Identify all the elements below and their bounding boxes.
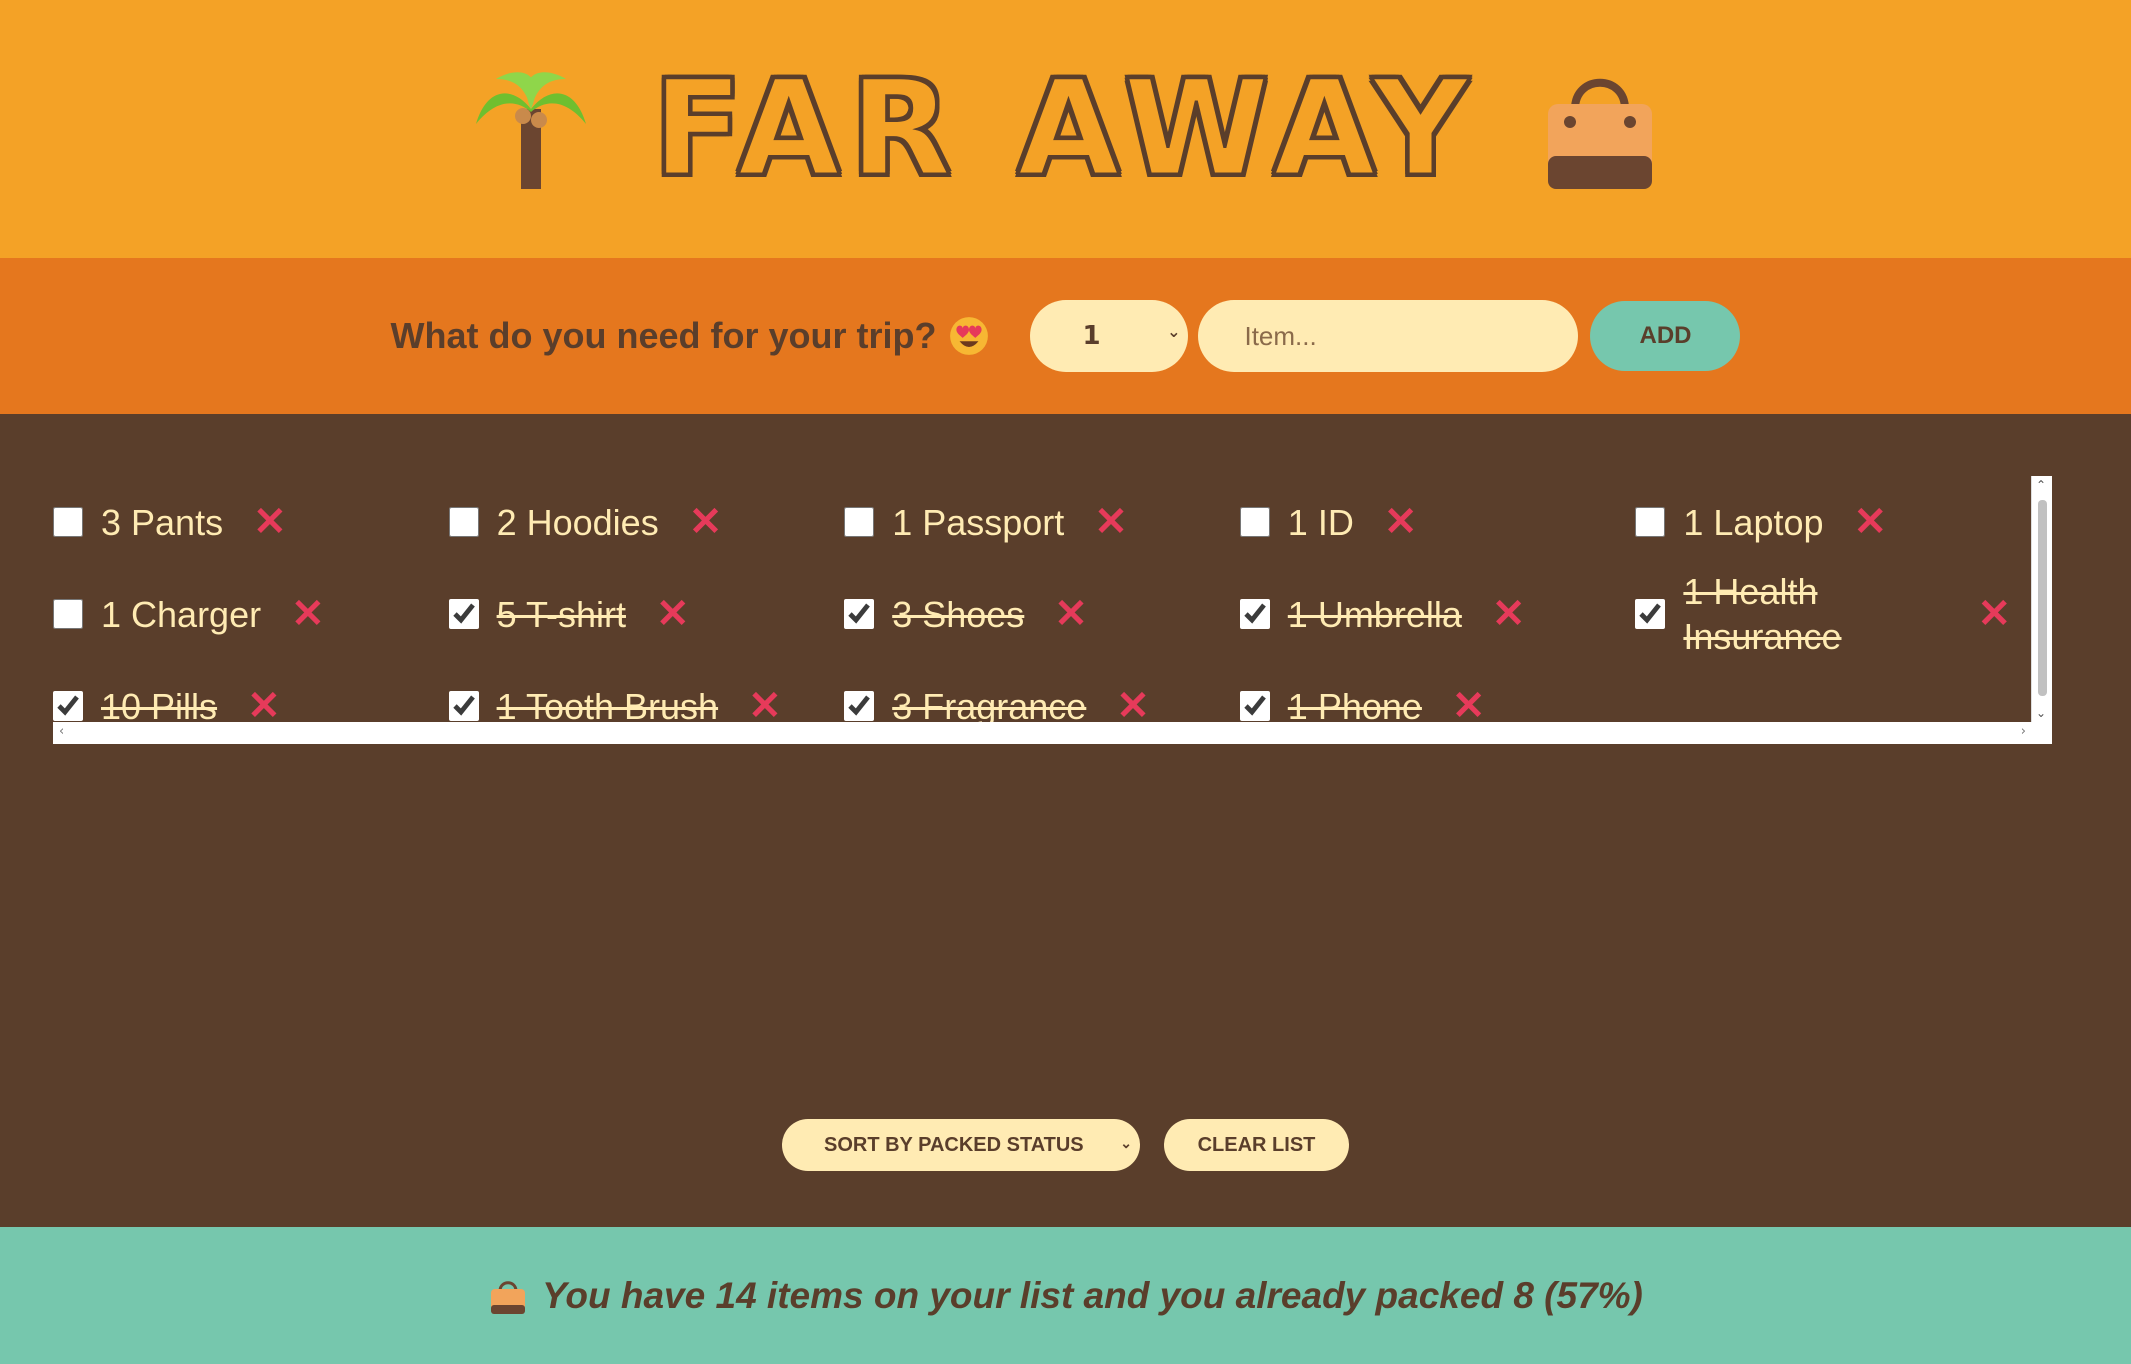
remove-item-icon[interactable]: ✕ xyxy=(1452,686,1486,726)
item-label: 3 Shoes xyxy=(892,593,1025,635)
remove-item-icon[interactable]: ✕ xyxy=(1054,594,1088,634)
remove-item-icon[interactable]: ✕ xyxy=(689,502,723,542)
item-input[interactable] xyxy=(1198,300,1579,372)
list-item: 1 Charger ✕ xyxy=(53,568,449,660)
remove-item-icon[interactable]: ✕ xyxy=(1854,502,1888,542)
packed-checkbox[interactable] xyxy=(53,599,83,629)
app-title: FAR AWAY xyxy=(651,52,1479,206)
packed-checkbox[interactable] xyxy=(53,691,83,721)
list-item: 3 Shoes ✕ xyxy=(844,568,1240,660)
item-label: 1 ID xyxy=(1287,501,1354,543)
list-item: 1 Umbrella ✕ xyxy=(1239,568,1636,660)
packed-checkbox[interactable] xyxy=(1239,507,1270,537)
sort-value: SORT BY PACKED STATUS xyxy=(824,1133,1084,1156)
packed-checkbox[interactable] xyxy=(1239,691,1270,721)
add-button[interactable]: ADD xyxy=(1590,301,1741,371)
packing-list: 3 Pants ✕ 2 Hoodies ✕ 1 Passport ✕ 1 ID ✕ 1 Lapt… xyxy=(53,476,2031,727)
app-header: FAR AWAY xyxy=(0,0,2131,258)
horizontal-scrollbar[interactable]: ‹ › xyxy=(53,722,2052,744)
item-label: 5 T-shirt xyxy=(496,593,626,635)
scroll-right-icon[interactable]: › xyxy=(2021,724,2026,739)
remove-item-icon[interactable]: ✕ xyxy=(1492,594,1526,634)
packed-checkbox[interactable] xyxy=(844,507,875,537)
stats-footer: You have 14 items on your list and you a… xyxy=(0,1227,2131,1364)
clear-list-button[interactable]: CLEAR LIST xyxy=(1164,1119,1349,1171)
list-item: 1 Health Insurance ✕ xyxy=(1635,568,2031,660)
remove-item-icon[interactable]: ✕ xyxy=(1977,594,2011,634)
form-question-text: What do you need for your trip? xyxy=(390,315,937,356)
quantity-select[interactable]: 1 ⌄ xyxy=(1030,300,1189,372)
vertical-scrollbar[interactable]: ⌃ ⌄ xyxy=(2031,476,2052,722)
list-item: 2 Hoodies ✕ xyxy=(448,476,845,568)
item-label: 1 Laptop xyxy=(1683,501,1824,543)
add-item-form: What do you need for your trip? 1 ⌄ ADD xyxy=(0,258,2131,414)
handbag-icon xyxy=(1548,78,1653,189)
form-question: What do you need for your trip? xyxy=(391,315,991,357)
packed-checkbox[interactable] xyxy=(1635,599,1666,629)
sort-select[interactable]: SORT BY PACKED STATUS ⌄ xyxy=(782,1119,1140,1171)
palm-tree-icon xyxy=(475,72,586,189)
remove-item-icon[interactable]: ✕ xyxy=(1116,686,1150,726)
stats: You have 14 items on your list and you a… xyxy=(488,1275,1643,1317)
scroll-up-icon[interactable]: ⌃ xyxy=(2036,478,2046,492)
packed-checkbox[interactable] xyxy=(448,691,479,721)
remove-item-icon[interactable]: ✕ xyxy=(1384,502,1418,542)
packed-checkbox[interactable] xyxy=(1635,507,1666,537)
chevron-down-icon: ⌄ xyxy=(1120,1135,1132,1151)
scroll-thumb[interactable] xyxy=(2038,500,2047,696)
remove-item-icon[interactable]: ✕ xyxy=(748,686,782,726)
list-item: 1 ID ✕ xyxy=(1239,476,1636,568)
item-label: 3 Pants xyxy=(101,501,224,543)
item-label: 1 Health Insurance xyxy=(1683,571,1842,657)
packed-checkbox[interactable] xyxy=(1239,599,1270,629)
list-actions: SORT BY PACKED STATUS ⌄ CLEAR LIST xyxy=(0,1119,2131,1171)
remove-item-icon[interactable]: ✕ xyxy=(656,594,690,634)
heart-eyes-emoji-icon xyxy=(950,317,989,355)
quantity-value: 1 xyxy=(1082,321,1101,351)
packing-list-area: 3 Pants ✕ 2 Hoodies ✕ 1 Passport ✕ 1 ID ✕ 1 Lapt… xyxy=(0,414,2131,1227)
remove-item-icon[interactable]: ✕ xyxy=(247,686,281,726)
item-label: 1 Charger xyxy=(101,593,262,635)
packed-checkbox[interactable] xyxy=(844,599,875,629)
list-item: 1 Passport ✕ xyxy=(844,476,1240,568)
item-label: 1 Umbrella xyxy=(1287,593,1462,635)
list-item: 1 Laptop ✕ xyxy=(1635,476,2031,568)
remove-item-icon[interactable]: ✕ xyxy=(1094,502,1128,542)
packed-checkbox[interactable] xyxy=(844,691,875,721)
remove-item-icon[interactable]: ✕ xyxy=(253,502,287,542)
scroll-down-icon[interactable]: ⌄ xyxy=(2036,706,2046,720)
handbag-icon xyxy=(491,1280,526,1314)
item-label: 1 Passport xyxy=(892,501,1065,543)
scroll-left-icon[interactable]: ‹ xyxy=(59,724,64,739)
packed-checkbox[interactable] xyxy=(448,507,479,537)
stats-text: You have 14 items on your list and you a… xyxy=(542,1274,1643,1316)
chevron-down-icon: ⌄ xyxy=(1167,322,1181,341)
item-label: 2 Hoodies xyxy=(496,501,659,543)
packing-list-scroll[interactable]: 3 Pants ✕ 2 Hoodies ✕ 1 Passport ✕ 1 ID ✕ 1 Lapt… xyxy=(53,476,2052,744)
remove-item-icon[interactable]: ✕ xyxy=(291,594,325,634)
list-item: 3 Pants ✕ xyxy=(53,476,449,568)
packed-checkbox[interactable] xyxy=(448,599,479,629)
packed-checkbox[interactable] xyxy=(53,507,83,537)
list-item: 5 T-shirt ✕ xyxy=(448,568,845,660)
